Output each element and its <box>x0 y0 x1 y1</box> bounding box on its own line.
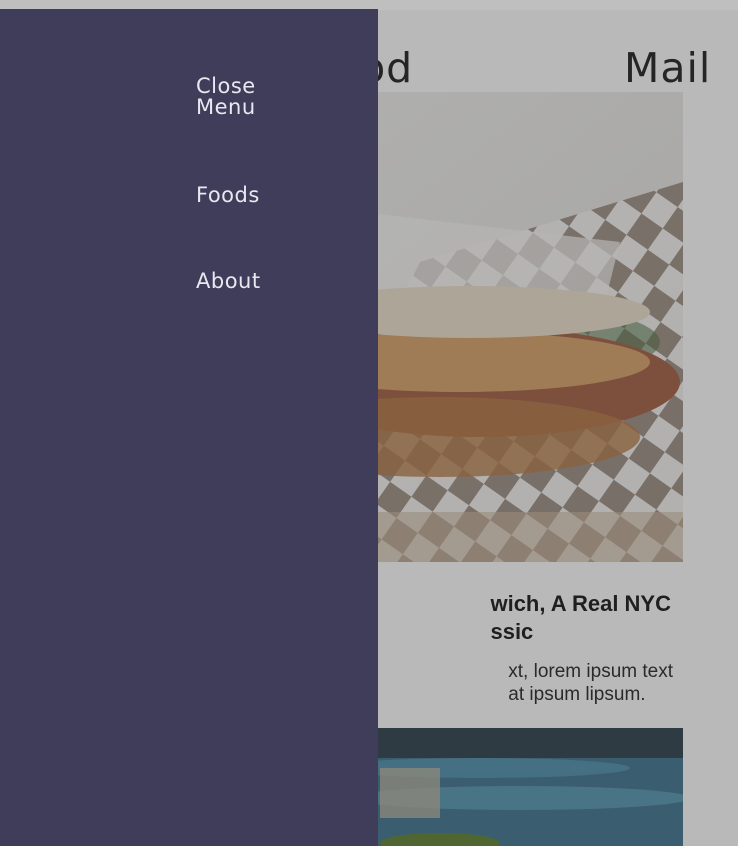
close-menu-button[interactable]: Close Menu <box>196 76 256 118</box>
menu-item-foods[interactable]: Foods <box>196 185 260 206</box>
side-menu-drawer: Close Menu Foods About <box>0 9 378 846</box>
app-viewport: ood Mail <box>0 0 738 846</box>
menu-item-about[interactable]: About <box>196 271 261 292</box>
